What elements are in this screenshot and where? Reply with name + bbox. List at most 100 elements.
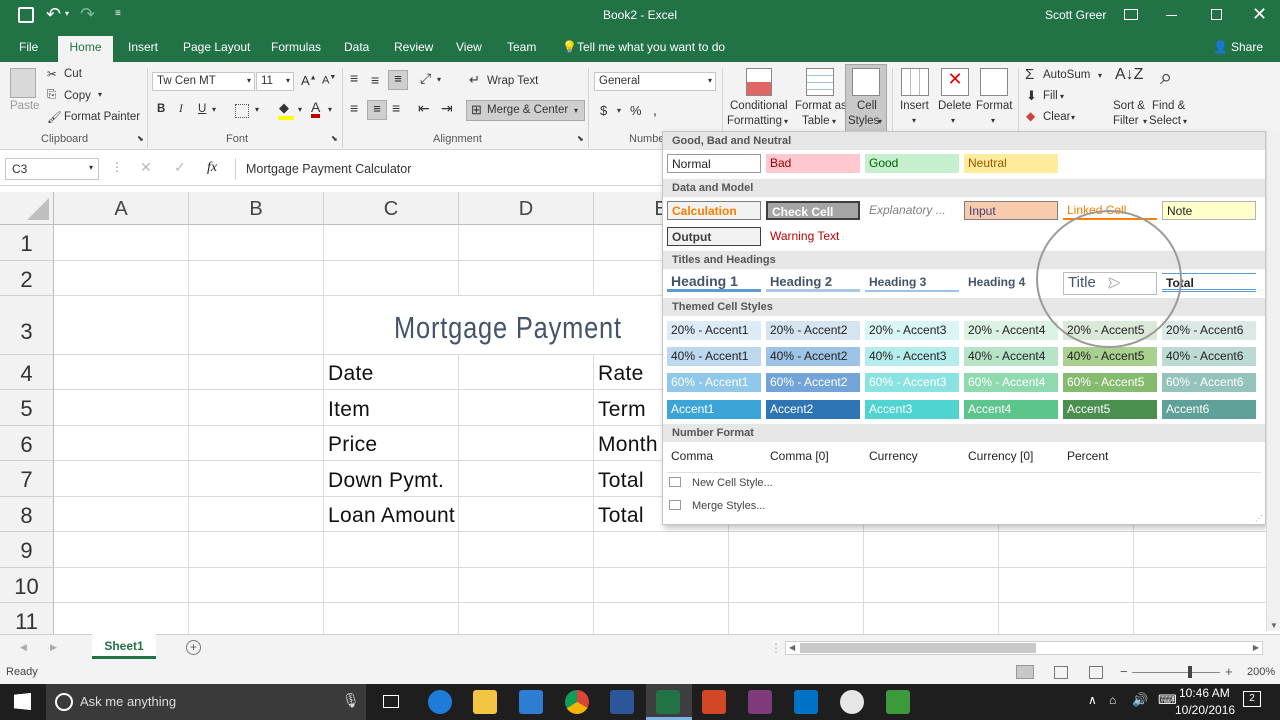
find-dropdown-icon[interactable]: ▾ [1183, 117, 1187, 126]
row-header-7[interactable]: 7 [0, 461, 54, 497]
chrome-icon[interactable] [565, 690, 589, 714]
style-good[interactable]: Good [865, 154, 959, 173]
hscroll-right-icon[interactable]: ▶ [1253, 643, 1259, 652]
style-40-accent1[interactable]: 40% - Accent1 [667, 347, 761, 366]
tab-split-icon[interactable]: ⋮ [770, 641, 782, 655]
style-60-accent3[interactable]: 60% - Accent3 [865, 373, 959, 392]
tab-formulas[interactable]: Formulas [271, 40, 321, 54]
tab-team[interactable]: Team [507, 40, 536, 54]
task-view-icon[interactable] [383, 695, 399, 708]
font-color-dropdown-icon[interactable]: ▾ [328, 105, 332, 114]
cortana-search-box[interactable]: Ask me anything 🎙 [46, 684, 366, 720]
format-as-table-dropdown-icon[interactable]: ▾ [832, 117, 836, 126]
insert-cells-icon[interactable] [901, 68, 929, 96]
share-icon[interactable]: 👤 [1213, 40, 1228, 54]
copy-button[interactable]: Copy [64, 90, 91, 102]
style-currency[interactable]: Currency [865, 447, 959, 466]
currency-dropdown-icon[interactable]: ▾ [617, 106, 621, 115]
format-cells-button[interactable]: Format [976, 100, 1012, 112]
underline-icon[interactable]: U [198, 103, 206, 115]
tab-page-layout[interactable]: Page Layout [183, 40, 250, 54]
fill-button[interactable]: Fill [1043, 90, 1058, 102]
insert-cells-button[interactable]: Insert [900, 100, 929, 112]
cut-icon[interactable]: ✂ [47, 67, 57, 81]
conditional-dropdown-icon[interactable]: ▾ [784, 117, 788, 126]
orientation-icon[interactable]: ⤢ [420, 70, 431, 87]
column-header-d[interactable]: D [459, 192, 594, 225]
style-normal[interactable]: Normal [667, 154, 761, 173]
sort-filter-icon[interactable]: A↓Z [1115, 66, 1143, 84]
style-accent2[interactable]: Accent2 [766, 400, 860, 419]
scroll-left-icon[interactable]: ◀ [20, 642, 27, 653]
zoom-slider[interactable] [1132, 672, 1220, 673]
resize-grip-icon[interactable]: ⋰ [1255, 514, 1263, 523]
style-comma[interactable]: Comma [667, 447, 761, 466]
scroll-down-icon[interactable]: ▼ [1270, 621, 1278, 630]
tab-home[interactable]: Home [58, 36, 113, 62]
zoom-in-icon[interactable]: + [1225, 664, 1233, 679]
microphone-icon[interactable]: 🎙 [342, 692, 360, 709]
zoom-level[interactable]: 200% [1247, 666, 1275, 678]
conditional-formatting-label-2[interactable]: Formatting [727, 115, 782, 127]
add-sheet-icon[interactable]: + [186, 640, 201, 655]
clock-date[interactable]: 10/20/2016 [1175, 703, 1235, 717]
increase-font-icon[interactable]: A▲ [301, 73, 317, 88]
tab-file[interactable]: File [19, 40, 38, 54]
tell-me-box[interactable]: Tell me what you want to do [577, 40, 725, 54]
style-40-accent4[interactable]: 40% - Accent4 [964, 347, 1058, 366]
style-note[interactable]: Note [1162, 201, 1256, 220]
orientation-dropdown-icon[interactable]: ▾ [437, 75, 441, 84]
autosum-icon[interactable]: Σ [1025, 66, 1034, 83]
bold-icon[interactable]: B [157, 103, 165, 115]
fill-dropdown-icon[interactable]: ▾ [1060, 92, 1064, 101]
page-layout-view-icon[interactable] [1054, 666, 1068, 679]
minimize-icon[interactable] [1166, 15, 1177, 16]
page-break-view-icon[interactable] [1089, 666, 1103, 679]
style-check-cell[interactable]: Check Cell [766, 201, 860, 220]
style-20-accent2[interactable]: 20% - Accent2 [766, 321, 860, 340]
hscroll-thumb[interactable] [800, 643, 1036, 653]
style-40-accent2[interactable]: 40% - Accent2 [766, 347, 860, 366]
style-bad[interactable]: Bad [766, 154, 860, 173]
cell-e8[interactable]: Total [598, 504, 644, 528]
style-20-accent4[interactable]: 20% - Accent4 [964, 321, 1058, 340]
network-icon[interactable]: ⌂ [1109, 693, 1116, 707]
title-cell[interactable]: Mortgage Payment [394, 310, 622, 346]
camtasia-icon[interactable] [886, 690, 910, 714]
font-color-icon[interactable]: A [311, 100, 321, 118]
format-painter-button[interactable]: Format Painter [64, 111, 140, 123]
notifications-icon[interactable]: 2 [1243, 691, 1261, 707]
tab-review[interactable]: Review [394, 40, 433, 54]
wrap-text-icon[interactable]: ↵ [469, 72, 480, 88]
cell-c7[interactable]: Down Pymt. [328, 469, 444, 493]
align-left-icon[interactable]: ≡ [350, 100, 358, 116]
ribbon-display-options-icon[interactable] [1124, 9, 1138, 20]
clear-dropdown-icon[interactable]: ▾ [1071, 113, 1075, 122]
borders-icon[interactable] [235, 104, 249, 118]
fill-color-icon[interactable] [278, 116, 294, 120]
style-warning-text[interactable]: Warning Text [766, 227, 860, 246]
column-header-a[interactable]: A [54, 192, 189, 225]
format-as-table-icon[interactable] [806, 68, 834, 96]
row-header-6[interactable]: 6 [0, 426, 54, 461]
align-right-icon[interactable]: ≡ [392, 100, 400, 116]
row-header-4[interactable]: 4 [0, 355, 54, 390]
style-40-accent5[interactable]: 40% - Accent5 [1063, 347, 1157, 366]
word-icon[interactable] [610, 690, 634, 714]
wrap-text-button[interactable]: Wrap Text [487, 75, 538, 87]
onenote-icon[interactable] [748, 690, 772, 714]
delete-dropdown-icon[interactable]: ▾ [951, 116, 955, 125]
restore-icon[interactable] [1211, 9, 1222, 20]
style-60-accent2[interactable]: 60% - Accent2 [766, 373, 860, 392]
style-heading-1[interactable]: Heading 1 [667, 273, 761, 292]
volume-icon[interactable]: 🔊 [1132, 692, 1148, 708]
copy-icon[interactable]: ⎘ [47, 89, 56, 102]
magnifier-icon[interactable]: ⌕ [1160, 64, 1172, 90]
sort-dropdown-icon[interactable]: ▾ [1143, 117, 1147, 126]
style-heading-2[interactable]: Heading 2 [766, 273, 860, 292]
zoom-slider-thumb[interactable] [1188, 666, 1192, 678]
align-center-icon[interactable]: ≡ [367, 100, 387, 120]
zoom-out-icon[interactable]: − [1120, 664, 1128, 679]
align-bottom-icon[interactable]: ≡ [388, 70, 408, 90]
excel-icon[interactable] [656, 690, 680, 714]
